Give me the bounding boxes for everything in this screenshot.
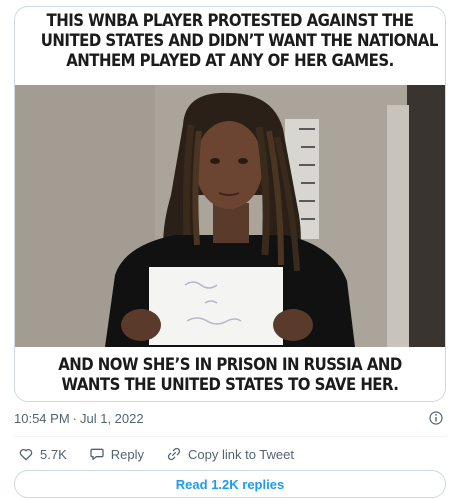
timestamp-separator: ·: [72, 411, 77, 426]
heart-icon: [19, 448, 33, 461]
meme-bottom-line: WANTS THE UNITED STATES TO SAVE HER.: [61, 375, 399, 395]
like-button[interactable]: 5.7K: [18, 446, 67, 462]
tweet-time: 10:54 PM: [14, 411, 70, 426]
tweet-detail: THIS WNBA PLAYER PROTESTED AGAINST THE U…: [0, 0, 460, 500]
copy-link-button[interactable]: Copy link to Tweet: [166, 446, 294, 462]
tweet-media-card[interactable]: THIS WNBA PLAYER PROTESTED AGAINST THE U…: [14, 6, 446, 402]
meme-bottom-line: AND NOW SHE’S IN PRISON IN RUSSIA AND: [58, 355, 402, 375]
link-icon: [167, 447, 181, 461]
meme-bottom-caption: AND NOW SHE’S IN PRISON IN RUSSIA AND WA…: [41, 355, 419, 395]
meme-top-line: UNITED STATES AND DIDN’T WANT THE NATION…: [40, 31, 439, 51]
tweet-actions-bar: 5.7K Reply Copy link to Tweet: [18, 444, 294, 464]
read-replies-button[interactable]: Read 1.2K replies: [14, 470, 446, 498]
meme-top-line: THIS WNBA PLAYER PROTESTED AGAINST THE: [46, 11, 414, 31]
tweet-timestamp[interactable]: 10:54 PM · Jul 1, 2022: [14, 411, 144, 426]
like-count: 5.7K: [40, 446, 67, 462]
meme-top-line: ANTHEM PLAYED AT ANY OF HER GAMES.: [66, 51, 394, 71]
divider: [14, 436, 446, 437]
reply-button[interactable]: Reply: [89, 446, 144, 462]
info-icon[interactable]: [429, 411, 443, 425]
copy-link-label: Copy link to Tweet: [188, 446, 294, 462]
meme-top-caption: THIS WNBA PLAYER PROTESTED AGAINST THE U…: [40, 11, 439, 71]
tweet-date: Jul 1, 2022: [80, 411, 144, 426]
reply-bubble-icon: [90, 448, 104, 460]
photo-illustration: [15, 85, 445, 347]
meme-photo: [15, 85, 445, 347]
reply-label: Reply: [110, 446, 144, 462]
